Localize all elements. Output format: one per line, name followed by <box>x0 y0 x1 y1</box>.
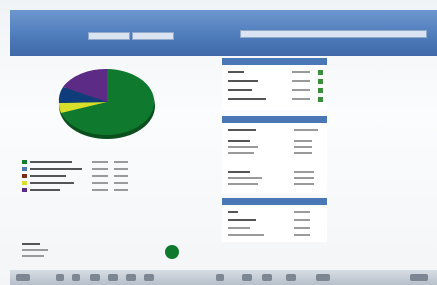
legend-value <box>92 175 108 177</box>
status-ok-icon <box>318 70 323 75</box>
taskbar-item[interactable] <box>144 274 154 281</box>
totals-row-label <box>228 234 264 236</box>
taskbar-item[interactable] <box>262 274 272 281</box>
legend-swatch-blue <box>22 167 27 171</box>
details-row-value <box>294 171 314 173</box>
legend-label <box>30 182 74 184</box>
details-panel <box>222 116 327 194</box>
footer-note-line <box>22 249 48 251</box>
start-button[interactable] <box>16 274 30 281</box>
legend-value <box>92 161 108 163</box>
legend-value <box>92 168 108 170</box>
summary-row-label <box>228 80 258 82</box>
details-row-value <box>294 146 312 148</box>
totals-row-label <box>228 219 256 221</box>
details-row-label <box>228 152 254 154</box>
summary-row-value <box>292 89 310 91</box>
taskbar-item[interactable] <box>72 274 80 281</box>
footer-note-line <box>22 255 44 257</box>
legend-value <box>114 161 128 163</box>
summary-row-value <box>292 71 310 73</box>
totals-row-label <box>228 227 250 229</box>
legend-row <box>22 188 132 193</box>
details-row-value <box>294 183 314 185</box>
legend-label <box>30 175 66 177</box>
legend-swatch-red <box>22 174 27 178</box>
legend-row <box>22 160 132 165</box>
details-row-label <box>228 171 250 173</box>
legend-label <box>30 189 60 191</box>
legend-value <box>92 182 108 184</box>
details-panel-header <box>222 116 327 123</box>
status-ok-icon <box>318 88 323 93</box>
summary-row-label <box>228 98 266 100</box>
legend-value <box>114 182 128 184</box>
totals-row-value <box>294 227 310 229</box>
legend-swatch-purple <box>22 188 27 192</box>
legend-value <box>92 189 108 191</box>
details-row-value <box>294 177 314 179</box>
details-row-label <box>228 140 250 142</box>
taskbar-item[interactable] <box>286 274 296 281</box>
taskbar-item[interactable] <box>90 274 100 281</box>
totals-panel <box>222 198 327 242</box>
summary-panel-header <box>222 58 327 65</box>
legend-value <box>114 189 128 191</box>
taskbar-item[interactable] <box>216 274 224 281</box>
header-field-1[interactable] <box>88 32 130 40</box>
legend-label <box>30 168 82 170</box>
legend-value <box>114 168 128 170</box>
details-row-label <box>228 177 262 179</box>
legend-label <box>30 161 72 163</box>
totals-row-value <box>294 234 310 236</box>
legend-row <box>22 181 132 186</box>
summary-row-value <box>292 98 310 100</box>
details-row-label <box>228 183 258 185</box>
summary-row-label <box>228 89 252 91</box>
details-row-value <box>294 140 312 142</box>
taskbar <box>10 270 437 285</box>
totals-row-label <box>228 211 238 213</box>
legend-swatch-green <box>22 160 27 164</box>
legend-value <box>114 175 128 177</box>
details-row-label <box>228 146 258 148</box>
taskbar-clock <box>410 274 428 281</box>
details-row-value <box>294 129 318 131</box>
legend-table <box>22 160 132 205</box>
header-search-field[interactable] <box>240 30 427 38</box>
taskbar-item[interactable] <box>316 274 330 281</box>
legend-row <box>22 167 132 172</box>
footer-note <box>22 243 52 259</box>
totals-panel-header <box>222 198 327 205</box>
details-row-value <box>294 152 312 154</box>
window-header <box>10 10 437 56</box>
details-row-label <box>228 129 256 131</box>
legend-row <box>22 174 132 179</box>
taskbar-item[interactable] <box>126 274 136 281</box>
pie-chart <box>58 68 155 139</box>
taskbar-item[interactable] <box>108 274 118 281</box>
legend-swatch-yellow <box>22 181 27 185</box>
totals-row-value <box>294 219 310 221</box>
taskbar-item[interactable] <box>56 274 64 281</box>
totals-row-value <box>294 211 310 213</box>
taskbar-item[interactable] <box>242 274 252 281</box>
summary-row-label <box>228 71 244 73</box>
footer-note-line <box>22 243 40 245</box>
status-ok-icon <box>318 79 323 84</box>
pie-slices <box>58 68 155 135</box>
summary-panel <box>222 58 327 110</box>
status-ok-icon <box>318 97 323 102</box>
status-indicator-icon <box>165 245 179 259</box>
summary-row-value <box>292 80 310 82</box>
header-field-2[interactable] <box>132 32 174 40</box>
